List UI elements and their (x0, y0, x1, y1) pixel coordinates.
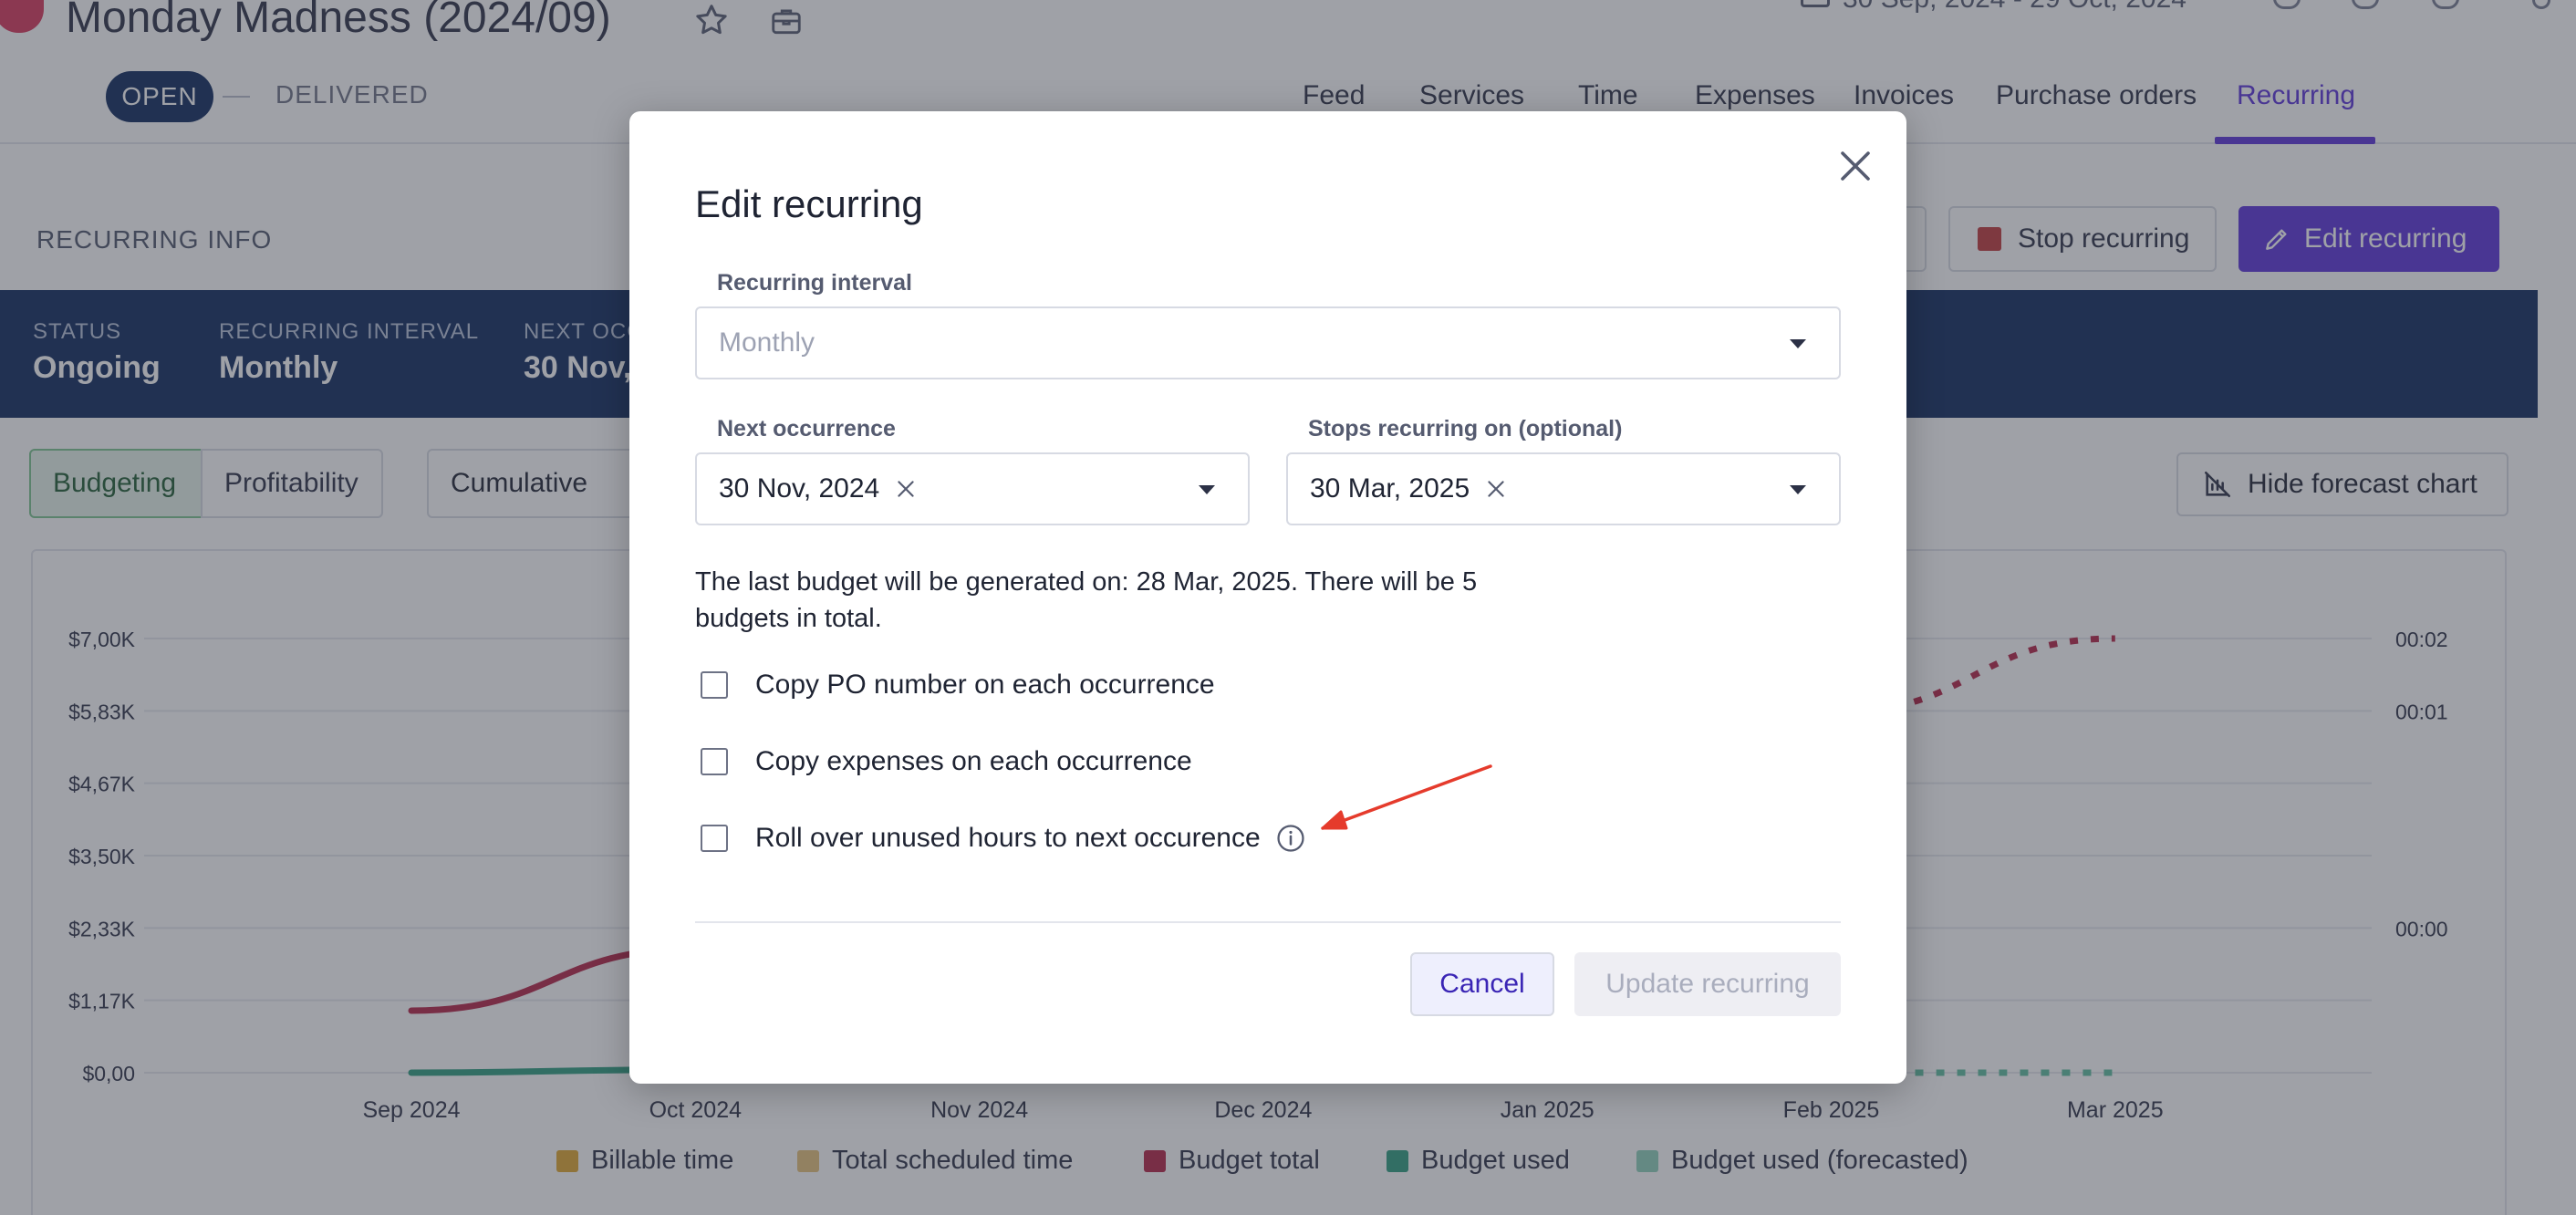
chevron-down-icon (1790, 485, 1806, 494)
copy-expenses-label: Copy expenses on each occurrence (755, 746, 1192, 776)
update-recurring-button[interactable]: Update recurring (1574, 952, 1841, 1016)
rollover-label: Roll over unused hours to next occurence (755, 823, 1261, 853)
interval-select[interactable]: Monthly (695, 306, 1841, 379)
annotation-arrow-icon (1321, 764, 1492, 830)
modal-title: Edit recurring (695, 182, 923, 225)
close-icon[interactable] (1833, 144, 1877, 188)
budget-summary-text: The last budget will be generated on: 28… (695, 567, 1478, 633)
rollover-checkbox[interactable] (701, 825, 728, 852)
copy-po-option[interactable]: Copy PO number on each occurrence (701, 670, 1215, 701)
clear-icon[interactable] (894, 477, 918, 501)
cancel-button[interactable]: Cancel (1410, 952, 1554, 1016)
rollover-option[interactable]: Roll over unused hours to next occurence (701, 823, 1306, 854)
copy-expenses-checkbox[interactable] (701, 748, 728, 775)
next-occurrence-select[interactable]: 30 Nov, 2024 (695, 452, 1250, 525)
stops-on-select[interactable]: 30 Mar, 2025 (1286, 452, 1841, 525)
interval-field-label: Recurring interval (717, 270, 912, 296)
chevron-down-icon (1790, 339, 1806, 348)
next-occurrence-value: 30 Nov, 2024 (719, 473, 880, 504)
modal-divider (695, 921, 1841, 923)
next-occurrence-field-label: Next occurrence (717, 416, 896, 441)
chevron-down-icon (1199, 485, 1215, 494)
stops-on-field-label: Stops recurring on (optional) (1308, 416, 1623, 441)
copy-expenses-option[interactable]: Copy expenses on each occurrence (701, 746, 1192, 777)
edit-recurring-modal: Edit recurring Recurring interval Monthl… (629, 111, 1906, 1084)
clear-icon[interactable] (1484, 477, 1508, 501)
copy-po-checkbox[interactable] (701, 671, 728, 699)
copy-po-label: Copy PO number on each occurrence (755, 670, 1215, 700)
stops-on-value: 30 Mar, 2025 (1310, 473, 1470, 504)
interval-select-value: Monthly (719, 327, 815, 358)
